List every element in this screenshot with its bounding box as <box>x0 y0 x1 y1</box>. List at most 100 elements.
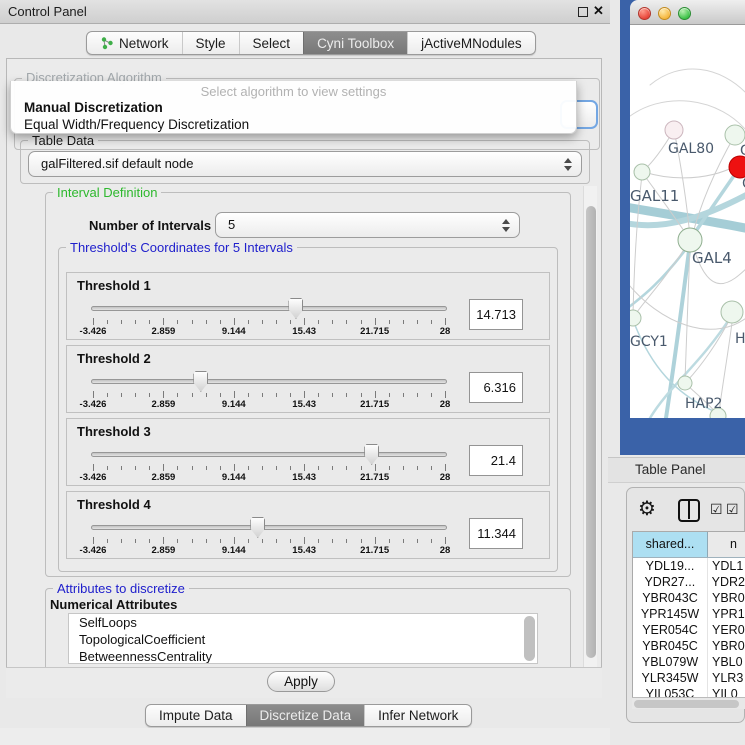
close-icon[interactable]: ✕ <box>593 3 604 19</box>
slider-handle[interactable] <box>250 517 265 538</box>
network-node[interactable] <box>725 125 745 145</box>
cell-shared-name[interactable]: YDR27... <box>633 574 708 590</box>
tick-mark <box>346 320 347 324</box>
network-node[interactable] <box>630 310 641 326</box>
cell-shared-name[interactable]: YBL079W <box>633 654 708 670</box>
attribute-item[interactable]: BetweennessCentrality <box>69 648 537 664</box>
tab-network[interactable]: Network <box>87 32 182 54</box>
checkbox-icon[interactable]: ☑ <box>726 501 739 518</box>
attribute-item[interactable]: SelfLoops <box>69 614 537 631</box>
tab-select[interactable]: Select <box>239 32 304 54</box>
network-node[interactable] <box>729 156 745 178</box>
threshold-4-slider[interactable]: -3.4262.8599.14415.4321.71528 <box>91 492 447 560</box>
slider-track[interactable] <box>91 379 447 384</box>
tick-label: 21.715 <box>360 545 389 556</box>
slider-track[interactable] <box>91 306 447 311</box>
table-row[interactable]: YPR145WYPR1 <box>633 606 745 622</box>
threshold-1-slider[interactable]: -3.4262.8599.14415.4321.71528 <box>91 273 447 341</box>
apply-button[interactable]: Apply <box>267 671 335 692</box>
cell-shared-name[interactable]: YER054C <box>633 622 708 638</box>
table-data-combo[interactable]: galFiltered.sif default node <box>28 151 582 177</box>
tick-mark <box>346 393 347 397</box>
tab-infer-network[interactable]: Infer Network <box>364 705 471 726</box>
cell-name[interactable]: YER0 <box>708 622 745 638</box>
threshold-4-value-field[interactable]: 11.344 <box>469 518 523 549</box>
threshold-2-slider[interactable]: -3.4262.8599.14415.4321.71528 <box>91 346 447 414</box>
slider-track[interactable] <box>91 452 447 457</box>
cell-name[interactable]: YPR1 <box>708 606 745 622</box>
number-of-intervals-combo[interactable]: 5 <box>215 212 520 238</box>
threshold-2-value-field[interactable]: 6.316 <box>469 372 523 403</box>
cell-shared-name[interactable]: YDL19... <box>633 558 708 574</box>
table-row[interactable]: YBR043CYBR0 <box>633 590 745 606</box>
mac-zoom-icon[interactable] <box>678 7 691 20</box>
cell-shared-name[interactable]: YBR043C <box>633 590 708 606</box>
tab-label: Select <box>253 36 291 51</box>
mac-close-icon[interactable] <box>638 7 651 20</box>
cell-name[interactable]: YBR0 <box>708 590 745 606</box>
tick-mark <box>135 320 136 324</box>
dropdown-item-equal-width[interactable]: Equal Width/Frequency Discretization <box>24 117 249 132</box>
table-row[interactable]: YDR27...YDR2 <box>633 574 745 590</box>
threshold-3-value-field[interactable]: 21.4 <box>469 445 523 476</box>
column-header-shared[interactable]: shared... <box>633 532 708 557</box>
cell-name[interactable]: YBL0 <box>708 654 745 670</box>
panel-scrollbar-thumb[interactable] <box>586 206 596 658</box>
table-scrollbar-thumb[interactable] <box>634 700 739 708</box>
tick-mark <box>276 320 277 324</box>
attributes-list-scrollbar[interactable] <box>524 616 535 661</box>
columns-icon[interactable] <box>678 499 700 522</box>
tick-mark <box>135 466 136 470</box>
table-horizontal-scrollbar[interactable] <box>632 697 745 709</box>
slider-track[interactable] <box>91 525 447 530</box>
tick-mark <box>177 539 178 543</box>
cell-name[interactable]: YIL0 <box>708 686 745 697</box>
network-node[interactable] <box>634 164 650 180</box>
slider-handle[interactable] <box>364 444 379 465</box>
slider-tick-labels: -3.4262.8599.14415.4321.71528 <box>93 472 445 484</box>
slider-handle[interactable] <box>193 371 208 392</box>
tab-jactivemnodules[interactable]: jActiveMNodules <box>407 32 535 54</box>
cell-name[interactable]: YDL1 <box>708 558 745 574</box>
cell-shared-name[interactable]: YIL053C <box>633 686 708 697</box>
tick-mark <box>206 539 207 543</box>
network-edge[interactable] <box>644 165 738 178</box>
cell-shared-name[interactable]: YLR345W <box>633 670 708 686</box>
table-row[interactable]: YER054CYER0 <box>633 622 745 638</box>
cell-shared-name[interactable]: YPR145W <box>633 606 708 622</box>
network-node[interactable] <box>678 376 692 390</box>
interval-definition-label: Interval Definition <box>53 185 161 200</box>
network-canvas[interactable]: GAL80GCGAL11GAL4GCY1HHAP2 <box>630 25 745 418</box>
threshold-1-value-field[interactable]: 14.713 <box>469 299 523 330</box>
network-node[interactable] <box>665 121 683 139</box>
tab-discretize-data[interactable]: Discretize Data <box>246 705 365 726</box>
table-row[interactable]: YBR045CYBR0 <box>633 638 745 654</box>
tick-mark <box>177 320 178 324</box>
network-window-titlebar[interactable] <box>630 0 745 25</box>
dropdown-item-manual-discretization[interactable]: Manual Discretization <box>24 100 163 115</box>
float-window-icon[interactable] <box>578 7 588 17</box>
column-header-name[interactable]: n <box>708 532 745 557</box>
table-row[interactable]: YBL079WYBL0 <box>633 654 745 670</box>
threshold-3-slider[interactable]: -3.4262.8599.14415.4321.71528 <box>91 419 447 487</box>
gear-icon[interactable]: ⚙ <box>638 496 656 521</box>
table-row[interactable]: YIL053CYIL0 <box>633 686 745 697</box>
threshold-2-panel: Threshold 2 -3.4262.8599.14415.4321.7152… <box>66 345 550 413</box>
network-edge[interactable] <box>650 69 745 95</box>
tab-cyni-toolbox[interactable]: Cyni Toolbox <box>303 32 407 54</box>
network-node[interactable] <box>721 301 743 323</box>
panel-scrollbar[interactable] <box>583 186 597 667</box>
cell-name[interactable]: YLR3 <box>708 670 745 686</box>
table-row[interactable]: YDL19...YDL1 <box>633 558 745 574</box>
cell-name[interactable]: YBR0 <box>708 638 745 654</box>
table-row[interactable]: YLR345WYLR3 <box>633 670 745 686</box>
cell-shared-name[interactable]: YBR045C <box>633 638 708 654</box>
cell-name[interactable]: YDR2 <box>708 574 745 590</box>
mac-minimize-icon[interactable] <box>658 7 671 20</box>
tab-impute-data[interactable]: Impute Data <box>146 705 246 726</box>
tick-mark <box>248 393 249 397</box>
tab-style[interactable]: Style <box>182 32 239 54</box>
checkbox-icon[interactable]: ☑ <box>710 501 723 518</box>
attribute-item[interactable]: TopologicalCoefficient <box>69 631 537 648</box>
slider-handle[interactable] <box>288 298 303 319</box>
